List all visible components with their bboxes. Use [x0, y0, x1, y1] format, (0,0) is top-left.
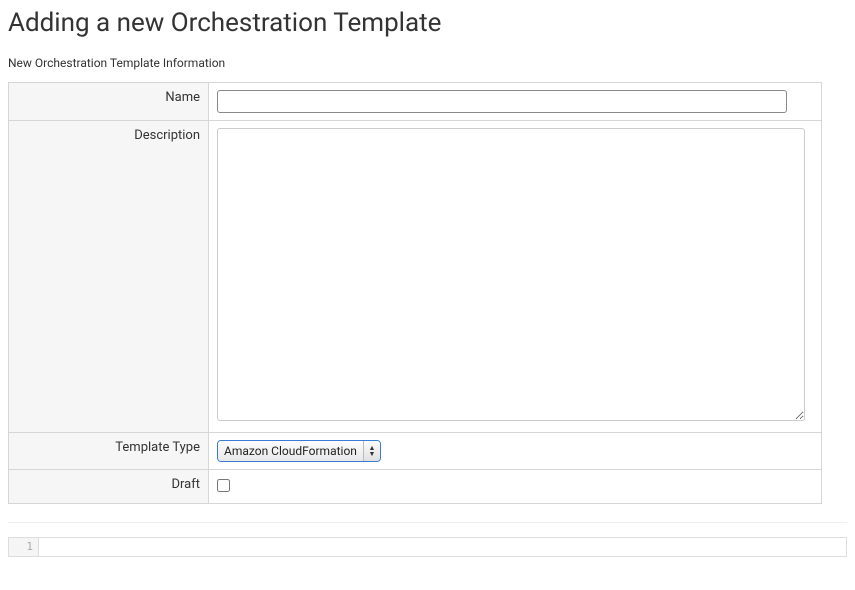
- label-draft: Draft: [9, 470, 209, 504]
- row-draft: Draft: [9, 470, 822, 504]
- section-subtitle: New Orchestration Template Information: [8, 56, 847, 70]
- description-textarea[interactable]: [217, 128, 805, 421]
- template-type-selected: Amazon CloudFormation: [218, 441, 364, 461]
- divider: [8, 522, 847, 523]
- row-template-type: Template Type Amazon CloudFormation ▲ ▼: [9, 433, 822, 470]
- code-editor[interactable]: 1: [8, 537, 847, 557]
- label-description: Description: [9, 121, 209, 433]
- code-gutter: 1: [9, 538, 39, 556]
- page-title: Adding a new Orchestration Template: [8, 8, 847, 38]
- label-name: Name: [9, 83, 209, 121]
- row-description: Description: [9, 121, 822, 433]
- name-input[interactable]: [217, 90, 787, 113]
- form-table: Name Description Template Type Amazon Cl…: [8, 82, 822, 504]
- row-name: Name: [9, 83, 822, 121]
- draft-checkbox[interactable]: [217, 479, 230, 492]
- code-body[interactable]: [39, 538, 846, 556]
- select-stepper-icon: ▲ ▼: [364, 441, 380, 461]
- template-type-select[interactable]: Amazon CloudFormation ▲ ▼: [217, 440, 381, 462]
- label-template-type: Template Type: [9, 433, 209, 470]
